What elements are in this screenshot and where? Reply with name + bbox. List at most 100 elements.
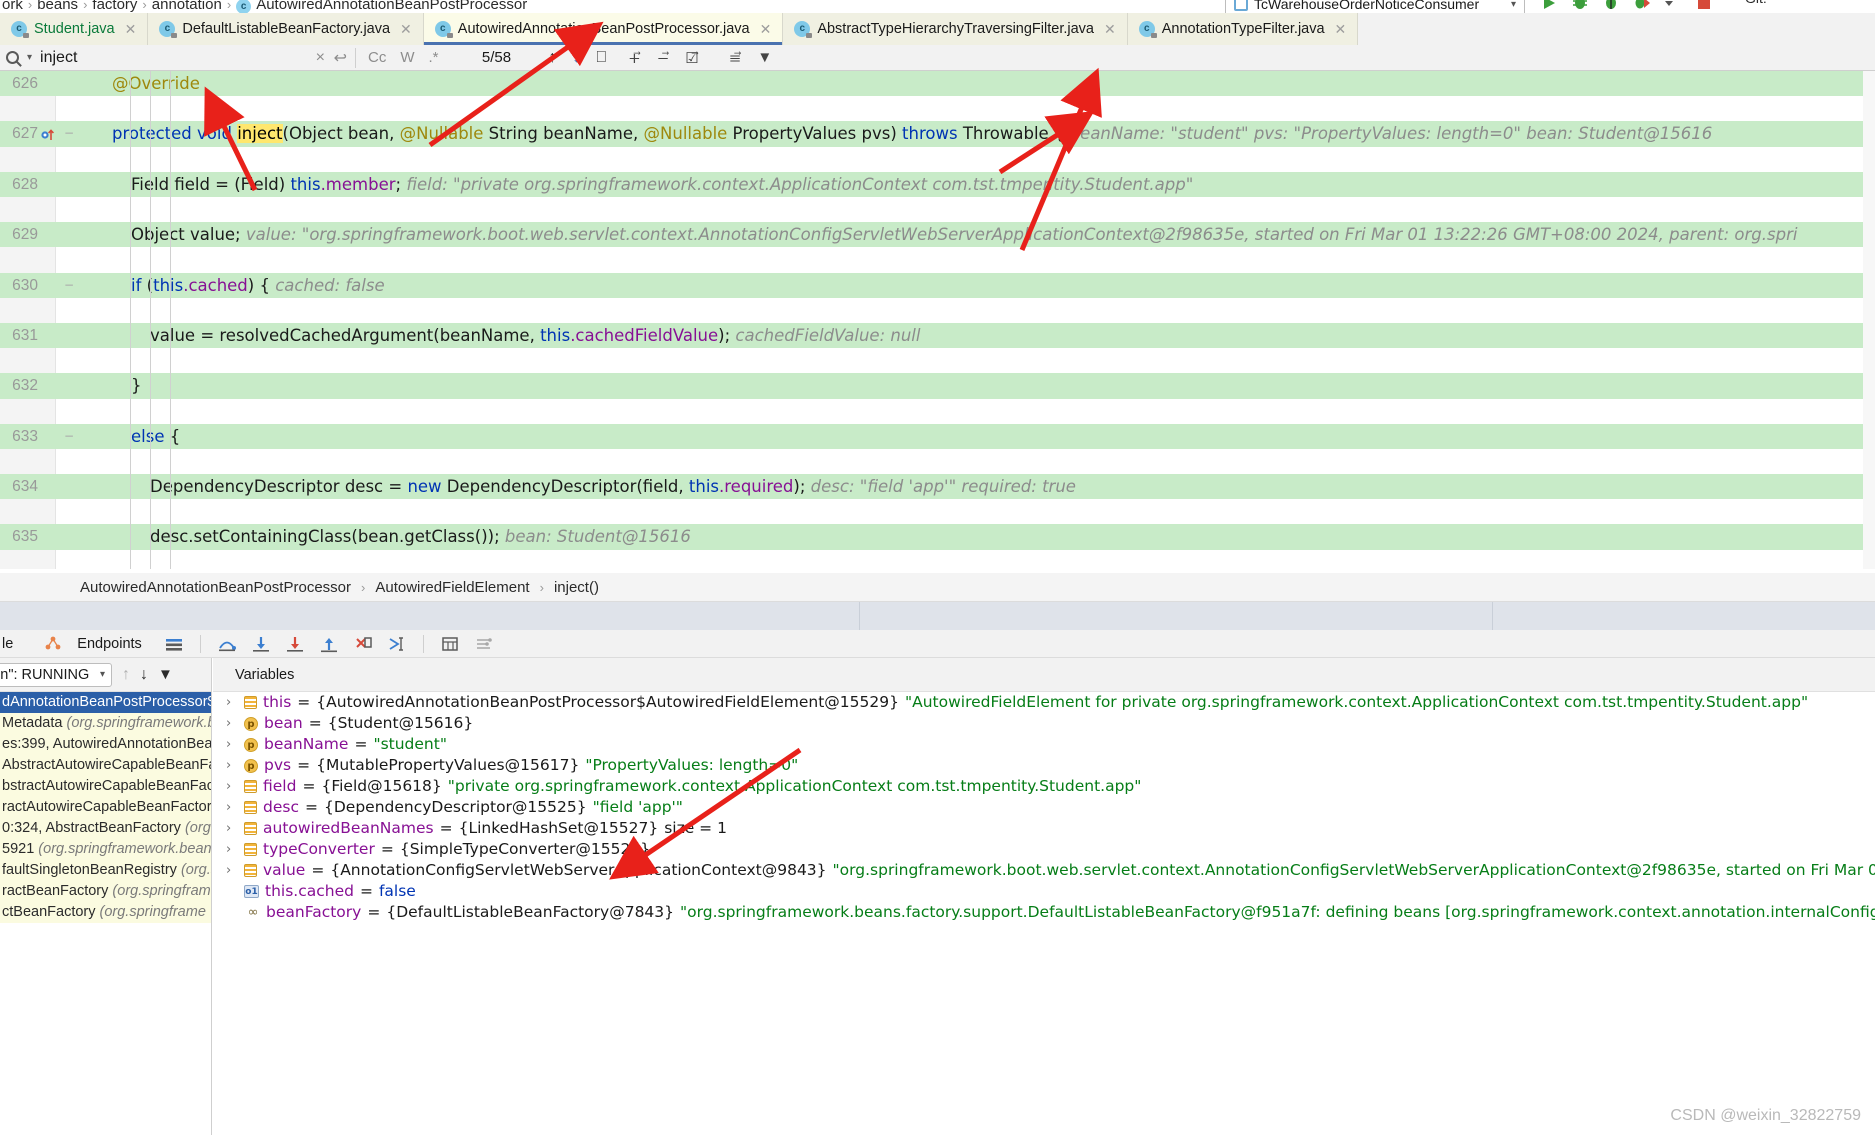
expand-chevron-icon[interactable]: › xyxy=(226,713,238,734)
code-editor[interactable]: 626 @Override 627 − protected void inject(Ob… xyxy=(0,71,1875,569)
stack-frame-row[interactable]: bstractAutowireCapableBeanFacto xyxy=(0,776,211,797)
chevron-down-icon[interactable]: ▾ xyxy=(1511,0,1516,10)
search-input[interactable]: ▾ inject × ↩ xyxy=(0,45,355,71)
stack-frame-row[interactable]: ctBeanFactory (org.springframe xyxy=(0,902,211,923)
endpoints-label[interactable]: Endpoints xyxy=(77,636,142,652)
expand-chevron-icon[interactable]: › xyxy=(226,755,238,776)
thread-selector[interactable]: ain": RUNNING ▾ xyxy=(0,662,112,687)
variables-panel[interactable]: Variables › this = {AutowiredAnnotationBe… xyxy=(213,658,1875,1135)
expand-chevron-icon[interactable]: › xyxy=(226,818,238,839)
chevron-down-icon[interactable]: ▾ xyxy=(100,669,105,680)
variable-row[interactable]: › p pvs = {MutablePropertyValues@15617} "P… xyxy=(213,755,1875,776)
code-line[interactable]: 635 desc.setContainingClass(bean.getClass… xyxy=(0,524,1875,550)
regex-toggle[interactable]: .* xyxy=(429,49,439,66)
open-in-find-window-icon[interactable]: ⎕ xyxy=(597,49,607,67)
close-icon[interactable]: ✕ xyxy=(400,21,412,38)
close-icon[interactable]: ✕ xyxy=(760,21,772,38)
drop-frame-icon[interactable] xyxy=(353,634,373,654)
chevron-down-icon[interactable] xyxy=(1664,0,1682,12)
expand-chevron-icon[interactable]: › xyxy=(226,776,238,797)
stack-frame-row[interactable]: ractBeanFactory (org.springframew xyxy=(0,881,211,902)
chevron-down-icon[interactable]: ▾ xyxy=(27,52,32,63)
run-with-coverage-icon[interactable] xyxy=(1602,0,1620,12)
add-selection-icon[interactable]: +⃗ xyxy=(628,49,641,67)
stack-frame-row[interactable]: 0:324, AbstractBeanFactory (org.sp xyxy=(0,818,211,839)
select-all-occurrences-icon[interactable]: ☑⃗ xyxy=(685,49,698,67)
variable-row[interactable]: › field = {Field@15618} "private org.spri… xyxy=(213,776,1875,797)
expand-chevron-icon[interactable]: › xyxy=(226,797,238,818)
stack-frame-row[interactable]: faultSingletonBeanRegistry (org.sp xyxy=(0,860,211,881)
breadcrumb-class[interactable]: AutowiredAnnotationBeanPostProcessor xyxy=(80,579,351,596)
expand-chevron-icon[interactable]: › xyxy=(226,839,238,860)
breadcrumb-method[interactable]: inject() xyxy=(554,579,599,596)
settings-icon[interactable] xyxy=(474,634,494,654)
close-icon[interactable]: ✕ xyxy=(1335,21,1347,38)
variable-row[interactable]: › autowiredBeanNames = {LinkedHashSet@155… xyxy=(213,818,1875,839)
expand-chevron-icon[interactable]: › xyxy=(226,692,238,713)
run-icon[interactable] xyxy=(1540,0,1558,12)
previous-match-icon[interactable]: ↑ xyxy=(549,49,557,67)
frames-panel[interactable]: ain": RUNNING ▾ ↑ ↓ ▼ dAnnotationBeanPos… xyxy=(0,658,212,1135)
step-into-icon[interactable] xyxy=(251,634,271,654)
clear-search-icon[interactable]: × xyxy=(316,49,325,67)
breadcrumb-seg-0[interactable]: ork xyxy=(2,0,23,13)
code-line[interactable]: 634 DependencyDescriptor desc = new Depen… xyxy=(0,474,1875,500)
stack-frame-row[interactable]: es:399, AutowiredAnnotationBeanP xyxy=(0,734,211,755)
breadcrumb-inner-class[interactable]: AutowiredFieldElement xyxy=(375,579,529,596)
frames-filter-icon[interactable]: ▼ xyxy=(158,666,173,683)
variable-row[interactable]: › value = {AnnotationConfigServletWebServ… xyxy=(213,860,1875,881)
close-icon[interactable]: ✕ xyxy=(125,21,137,38)
stack-frame-row[interactable]: ractAutowireCapableBeanFactory ( xyxy=(0,797,211,818)
variable-row[interactable]: › this = {AutowiredAnnotationBeanPostProc… xyxy=(213,692,1875,713)
breadcrumb-seg-2[interactable]: factory xyxy=(92,0,137,13)
stack-frame-row[interactable]: dAnnotationBeanPostProcessor$Au xyxy=(0,692,211,713)
stack-frame-row[interactable]: 5921 (org.springframework.beans. xyxy=(0,839,211,860)
filter-icon[interactable]: ▼ xyxy=(757,49,772,66)
close-icon[interactable]: ✕ xyxy=(1104,21,1116,38)
splitter-cell-mid[interactable] xyxy=(860,602,1493,630)
code-fold-toggle[interactable]: − xyxy=(62,121,76,146)
code-line[interactable]: 630 − if (this.cached) { cached: false xyxy=(0,272,1875,298)
code-fold-toggle[interactable]: − xyxy=(62,273,76,298)
step-out-icon[interactable] xyxy=(319,634,339,654)
force-step-into-icon[interactable] xyxy=(285,634,305,654)
variable-row[interactable]: ›∞beanFactory = {DefaultListableBeanFact… xyxy=(213,902,1875,923)
editor-tab-autowiredannotationbeanpostprocessor[interactable]: c AutowiredAnnotationBeanPostProcessor.j… xyxy=(423,13,784,45)
code-line[interactable]: 632} xyxy=(0,373,1875,399)
splitter-cell-left[interactable] xyxy=(0,602,860,630)
variable-row[interactable]: › p bean = {Student@15616} xyxy=(213,713,1875,734)
code-line[interactable]: 629 Object value; value: "org.springframe… xyxy=(0,222,1875,248)
variables-list[interactable]: › this = {AutowiredAnnotationBeanPostProc… xyxy=(213,692,1875,923)
next-match-icon[interactable]: ↓ xyxy=(573,49,581,67)
evaluate-expression-icon[interactable] xyxy=(440,634,460,654)
run-to-cursor-icon[interactable] xyxy=(387,634,407,654)
breadcrumb-seg-3[interactable]: annotation xyxy=(152,0,222,13)
expand-chevron-icon[interactable]: › xyxy=(226,734,238,755)
code-line[interactable]: 626 @Override xyxy=(0,71,1875,97)
code-line[interactable]: 631 value = resolvedCachedArgument(beanNa… xyxy=(0,322,1875,349)
code-line[interactable]: 628 Field field = (Field) this.member; fi… xyxy=(0,171,1875,197)
variable-row[interactable]: › typeConverter = {SimpleTypeConverter@15… xyxy=(213,839,1875,860)
breakpoint-marker-icon[interactable] xyxy=(40,121,56,146)
error-stripe-scrollbar[interactable] xyxy=(1863,71,1875,569)
code-fold-toggle[interactable]: − xyxy=(62,424,76,449)
code-line[interactable]: 633 − else { xyxy=(0,423,1875,449)
editor-tab-annotationtypefilter[interactable]: c AnnotationTypeFilter.java ✕ xyxy=(1127,13,1359,45)
code-line[interactable]: 627 − protected void inject(Object bean, @… xyxy=(0,121,1875,147)
remove-selection-icon[interactable]: −⃗ xyxy=(657,49,670,67)
editor-tab-student[interactable]: c Student.java ✕ xyxy=(0,13,149,45)
search-history-icon[interactable]: ↩ xyxy=(334,48,347,68)
variable-row[interactable]: › p beanName = "student" xyxy=(213,734,1875,755)
match-case-toggle[interactable]: Cc xyxy=(368,49,386,66)
editor-tab-abstracttypehierarchytraversingfilter[interactable]: c AbstractTypeHierarchyTraversingFilter.… xyxy=(783,13,1128,45)
stop-icon[interactable] xyxy=(1695,0,1713,12)
expand-chevron-icon[interactable]: › xyxy=(226,860,238,881)
splitter-cell-right[interactable] xyxy=(1493,602,1875,630)
frames-list[interactable]: dAnnotationBeanPostProcessor$Au Metadata … xyxy=(0,692,211,923)
editor-tab-defaultlistablebeanfactory[interactable]: c DefaultListableBeanFactory.java ✕ xyxy=(148,13,424,45)
attach-profiler-icon[interactable] xyxy=(1633,0,1651,12)
frames-down-icon[interactable]: ↓ xyxy=(140,666,148,684)
layout-icon[interactable] xyxy=(164,634,184,654)
stack-frame-row[interactable]: Metadata (org.springframework.bea xyxy=(0,713,211,734)
breadcrumb-class-name[interactable]: AutowiredAnnotationBeanPostProcessor xyxy=(256,0,527,13)
